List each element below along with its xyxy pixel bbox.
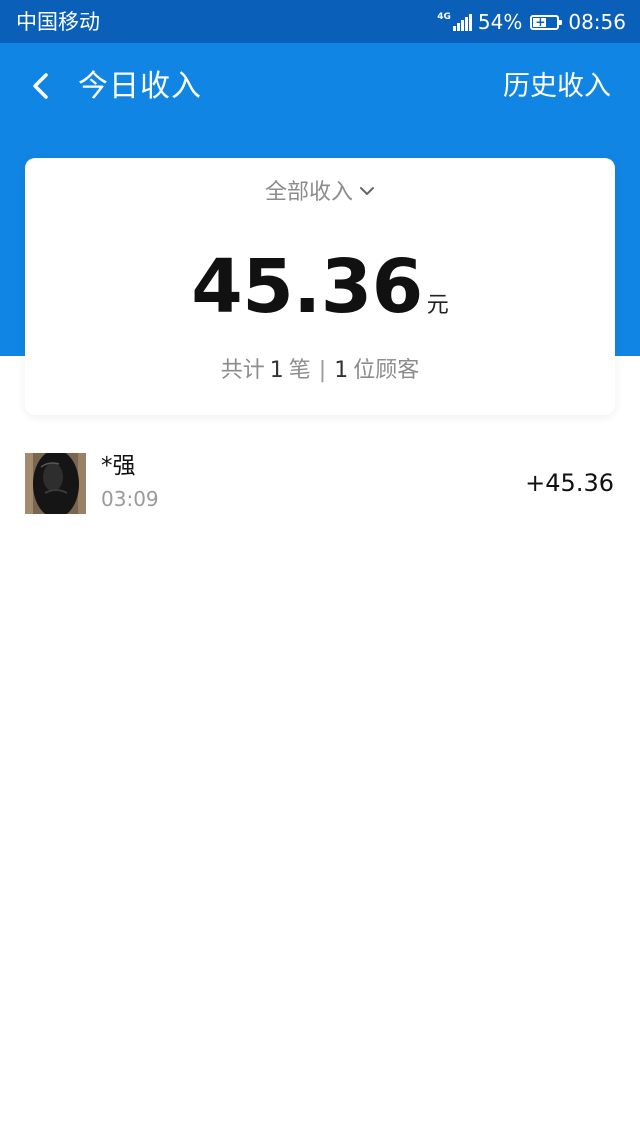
carrier-name: 中国移动: [16, 10, 100, 34]
status-bar: 中国移动 4G 54% + 08:56: [0, 0, 640, 43]
customers-suffix: 位顾客: [353, 358, 420, 383]
income-filter-label: 全部收入: [264, 180, 353, 205]
network-type: 4G: [437, 11, 451, 22]
total-amount: 45.36: [191, 244, 423, 330]
history-income-button[interactable]: 历史收入: [503, 67, 611, 107]
transaction-amount: +45.36: [525, 469, 614, 497]
income-filter-dropdown[interactable]: 全部收入: [25, 178, 615, 208]
customer-count: 1: [334, 358, 349, 383]
battery-percent: 54%: [477, 10, 523, 34]
totals-prefix: 共计: [220, 358, 265, 383]
back-button[interactable]: [24, 68, 60, 104]
clock: 08:56: [568, 10, 626, 34]
income-summary-card: 全部收入 45.36 元 共计 1 笔 | 1 位顾客: [25, 158, 615, 415]
payer-name: *强: [101, 453, 136, 479]
chevron-left-icon: [33, 73, 48, 99]
transaction-time: 03:09: [101, 487, 159, 511]
separator: |: [318, 358, 327, 383]
avatar: [25, 453, 86, 514]
signal-icon: [452, 13, 473, 31]
battery-icon: +: [530, 14, 563, 30]
totals-summary: 共计 1 笔 | 1 位顾客: [25, 356, 615, 386]
transactions-suffix: 笔: [288, 358, 311, 383]
amount-row: 45.36 元: [25, 242, 615, 332]
status-indicators: 4G 54% + 08:56: [437, 8, 626, 36]
chevron-down-icon: [360, 187, 374, 195]
transaction-count: 1: [269, 358, 284, 383]
currency-unit: 元: [426, 293, 449, 318]
page-title: 今日收入: [78, 69, 202, 104]
transaction-row[interactable]: *强 03:09 +45.36: [0, 435, 640, 535]
